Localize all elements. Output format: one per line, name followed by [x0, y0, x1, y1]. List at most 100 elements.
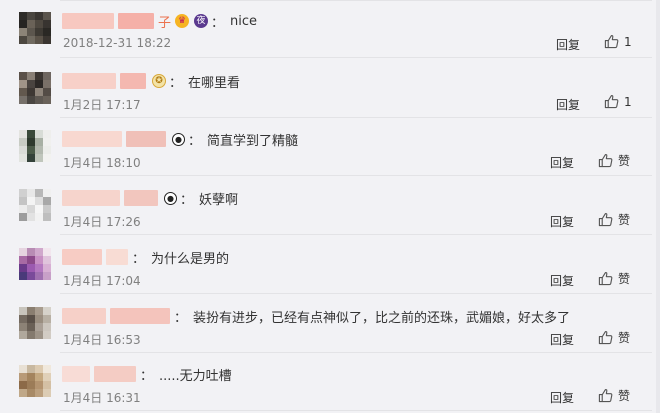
username-blurred[interactable]	[62, 190, 120, 206]
username-blurred[interactable]	[118, 13, 154, 29]
avatar-pixel	[27, 373, 35, 381]
avatar-pixel	[43, 138, 51, 146]
avatar-pixel	[27, 130, 35, 138]
divider	[60, 175, 652, 176]
panda-badge-icon[interactable]: ●	[164, 191, 177, 205]
like-count: 赞	[618, 213, 631, 227]
crown-badge-icon[interactable]: ♛	[175, 14, 190, 28]
like-button[interactable]: 1	[604, 34, 632, 49]
avatar-pixel	[43, 381, 51, 389]
reply-button[interactable]: 回复	[550, 389, 574, 406]
like-button[interactable]: 赞	[598, 270, 630, 287]
avatar-pixel	[27, 248, 35, 256]
avatar-pixel	[27, 28, 35, 36]
reply-button[interactable]: 回复	[550, 331, 574, 348]
colon-separator: ：	[140, 368, 154, 384]
timestamp: 2018-12-31 18:22	[63, 36, 172, 50]
avatar-pixel	[35, 272, 43, 280]
avatar[interactable]	[19, 307, 51, 339]
username-blurred[interactable]	[62, 131, 122, 147]
username-blurred[interactable]	[62, 366, 90, 382]
avatar-pixel	[35, 96, 43, 104]
avatar-pixel	[27, 323, 35, 331]
avatar-pixel	[19, 389, 27, 397]
username-blurred[interactable]	[62, 13, 114, 29]
avatar-pixel	[43, 130, 51, 138]
comment-row: ●： 简直学到了精髓 1月4日 18:10 回复 赞	[0, 118, 660, 176]
like-button[interactable]: 赞	[598, 329, 630, 346]
avatar[interactable]	[19, 130, 51, 162]
avatar-pixel	[35, 138, 43, 146]
divider	[60, 293, 652, 294]
timestamp: 1月4日 16:31	[63, 391, 141, 405]
avatar-pixel	[27, 12, 35, 20]
reply-button[interactable]: 回复	[556, 96, 580, 113]
username-blurred[interactable]	[124, 190, 158, 206]
like-count: 1	[624, 34, 632, 49]
avatar-pixel	[35, 36, 43, 44]
avatar-pixel	[35, 12, 43, 20]
colon-separator: ：	[132, 251, 146, 267]
avatar-pixel	[35, 205, 43, 213]
username-blurred[interactable]	[62, 308, 106, 324]
avatar-pixel	[43, 272, 51, 280]
avatar[interactable]	[19, 189, 51, 221]
avatar-pixel	[35, 146, 43, 154]
avatar-pixel	[19, 96, 27, 104]
avatar-pixel	[27, 146, 35, 154]
comment-row: ： 装扮有进步，已经有点神似了，比之前的还珠，武媚娘，好太多了 1月4日 16:53…	[0, 295, 660, 353]
avatar-pixel	[19, 373, 27, 381]
comment-line: ： 为什么是男的	[62, 247, 229, 267]
panda-badge-icon[interactable]: ●	[172, 132, 185, 146]
medal-badge-icon[interactable]: ✪	[152, 74, 166, 88]
comment-line: 子 ♛ 夜： nice	[62, 11, 257, 31]
avatar-pixel	[27, 197, 35, 205]
reply-button[interactable]: 回复	[550, 154, 574, 171]
avatar-pixel	[27, 205, 35, 213]
avatar-pixel	[35, 264, 43, 272]
comment-text: 装扮有进步，已经有点神似了，比之前的还珠，武媚娘，好太多了	[193, 310, 571, 326]
avatar[interactable]	[19, 12, 51, 44]
avatar-pixel	[19, 213, 27, 221]
username-blurred[interactable]	[106, 249, 128, 265]
avatar[interactable]	[19, 365, 51, 397]
avatar[interactable]	[19, 72, 51, 104]
divider	[60, 234, 652, 235]
reply-button[interactable]: 回复	[556, 36, 580, 53]
timestamp: 1月4日 17:26	[63, 215, 141, 229]
comment-text: nice	[230, 13, 258, 29]
reply-button[interactable]: 回复	[550, 213, 574, 230]
avatar-pixel	[35, 154, 43, 162]
avatar-pixel	[19, 323, 27, 331]
username-fragment[interactable]: 子	[158, 12, 171, 31]
timestamp: 1月2日 17:17	[63, 98, 141, 112]
username-blurred[interactable]	[110, 308, 170, 324]
avatar-pixel	[35, 256, 43, 264]
avatar-pixel	[19, 28, 27, 36]
reply-button[interactable]: 回复	[550, 272, 574, 289]
avatar[interactable]	[19, 248, 51, 280]
username-blurred[interactable]	[126, 131, 166, 147]
avatar-pixel	[35, 331, 43, 339]
avatar-pixel	[19, 20, 27, 28]
avatar-pixel	[43, 154, 51, 162]
like-button[interactable]: 赞	[598, 211, 630, 228]
avatar-pixel	[43, 373, 51, 381]
username-blurred[interactable]	[94, 366, 136, 382]
like-count: 赞	[618, 272, 631, 286]
thumbs-up-icon	[598, 153, 613, 168]
like-button[interactable]: 赞	[598, 152, 630, 169]
avatar-pixel	[19, 138, 27, 146]
like-button[interactable]: 赞	[598, 387, 630, 404]
avatar-pixel	[27, 272, 35, 280]
timestamp: 1月4日 17:04	[63, 274, 141, 288]
comment-text: 简直学到了精髓	[207, 133, 299, 149]
avatar-pixel	[35, 213, 43, 221]
avatar-pixel	[27, 20, 35, 28]
username-blurred[interactable]	[120, 73, 146, 89]
like-button[interactable]: 1	[604, 94, 632, 109]
username-blurred[interactable]	[62, 249, 102, 265]
night-badge-icon[interactable]: 夜	[194, 14, 209, 28]
username-blurred[interactable]	[62, 73, 116, 89]
scrollbar[interactable]	[656, 0, 660, 413]
